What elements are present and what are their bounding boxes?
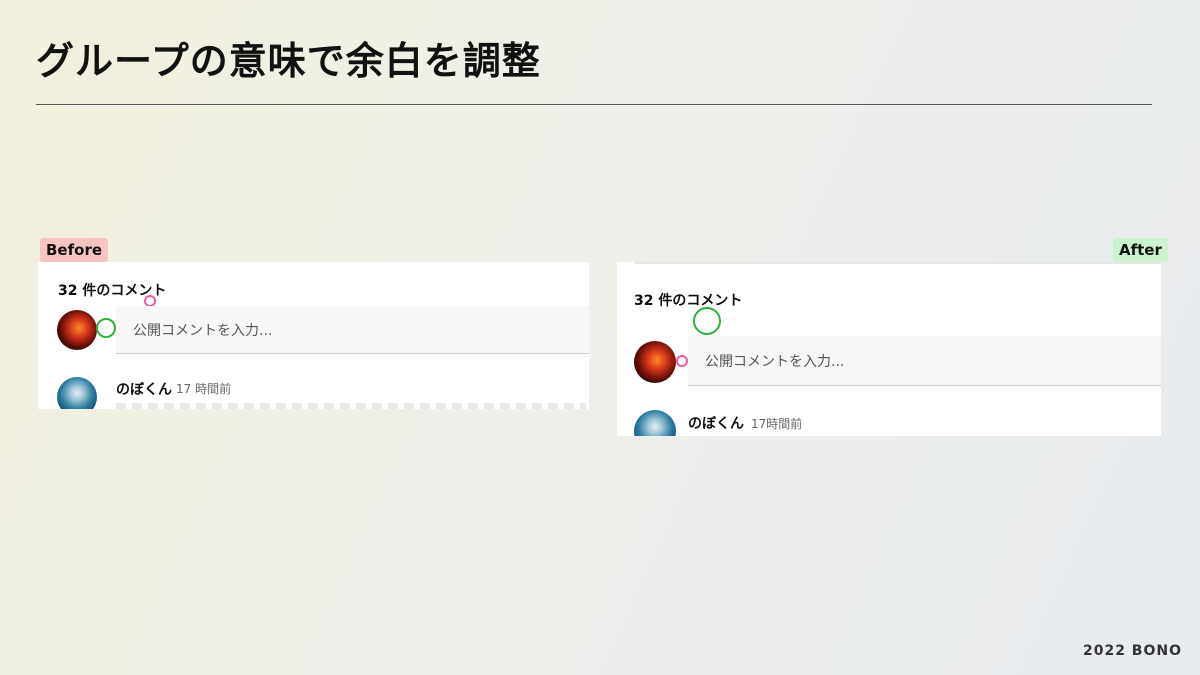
footer-credit: 2022 BONO: [1082, 643, 1182, 659]
comment-text-cut: [116, 403, 586, 409]
panel-divider: [635, 262, 1161, 264]
title-divider: [36, 104, 1152, 105]
comment-input-placeholder: 公開コメントを入力...: [133, 322, 273, 339]
comment-count: 32 件のコメント: [634, 293, 743, 309]
green-marker: [693, 307, 721, 335]
after-label: After: [1113, 238, 1168, 262]
my-avatar: [634, 341, 676, 383]
commenter-name[interactable]: のぼくん: [688, 413, 744, 433]
comment-input[interactable]: 公開コメントを入力...: [116, 306, 589, 354]
comment-input-placeholder: 公開コメントを入力...: [705, 353, 845, 370]
slide-title: グループの意味で余白を調整: [36, 39, 541, 83]
comment-time[interactable]: 17 時間前: [176, 380, 231, 397]
green-marker: [96, 318, 116, 338]
pink-marker: [676, 355, 688, 367]
comment-input[interactable]: 公開コメントを入力...: [688, 336, 1161, 386]
comment-time[interactable]: 17時間前: [751, 415, 802, 432]
commenter-name[interactable]: のぼくん: [116, 379, 172, 399]
before-label: Before: [40, 238, 109, 262]
my-avatar: [57, 310, 97, 350]
after-panel: 32 件のコメント 公開コメントを入力... のぼくん 17時間前: [617, 262, 1161, 436]
commenter-avatar[interactable]: [634, 410, 676, 436]
commenter-avatar[interactable]: [57, 377, 97, 409]
before-panel: 32 件のコメント 公開コメントを入力... のぼくん 17 時間前: [38, 262, 589, 409]
